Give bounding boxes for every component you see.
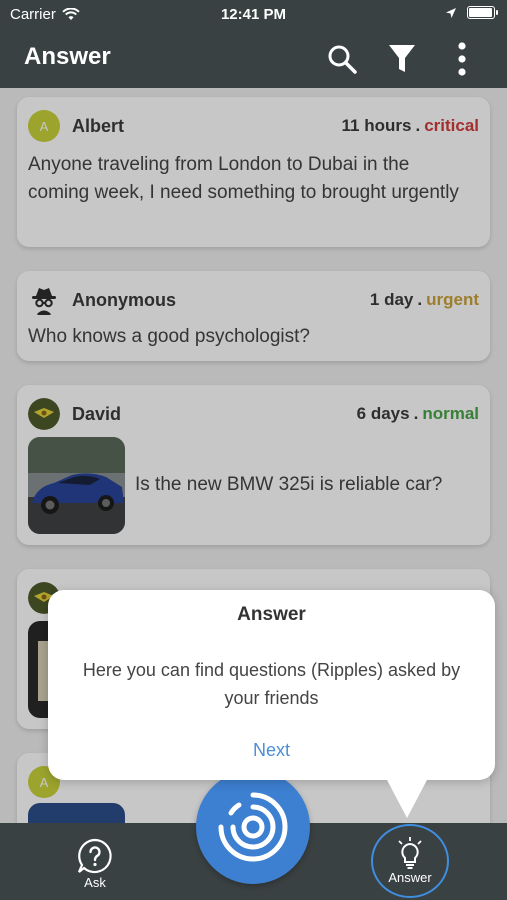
location-arrow-icon <box>446 7 456 18</box>
filter-button[interactable] <box>385 40 419 78</box>
status-bar: Carrier 12:41 PM <box>0 0 507 30</box>
question-icon <box>77 838 112 874</box>
more-options-button[interactable] <box>445 40 479 78</box>
search-button[interactable] <box>325 40 359 78</box>
filter-icon <box>389 45 415 72</box>
tab-answer-label: Answer <box>388 870 432 885</box>
lightbulb-icon <box>398 837 422 869</box>
more-vert-icon <box>458 42 466 76</box>
clock: 12:41 PM <box>220 6 287 23</box>
tooltip-body: Here you can find questions (Ripples) as… <box>82 660 461 708</box>
tab-ask-label: Ask <box>84 875 106 890</box>
tab-ask[interactable]: Ask <box>55 823 135 900</box>
tooltip-title: Answer <box>237 604 306 625</box>
ripple-icon <box>218 792 288 862</box>
tooltip-pointer <box>386 778 428 818</box>
page-title: Answer <box>24 43 111 70</box>
battery-level <box>469 8 492 17</box>
app-bar: Answer <box>0 30 507 88</box>
onboarding-tooltip: Answer Here you can find questions (Ripp… <box>48 590 495 780</box>
tab-answer[interactable]: Answer <box>371 824 449 898</box>
search-icon <box>328 45 357 74</box>
ripple-button[interactable] <box>196 770 310 884</box>
next-button[interactable]: Next <box>48 740 495 761</box>
battery-icon <box>467 6 498 19</box>
